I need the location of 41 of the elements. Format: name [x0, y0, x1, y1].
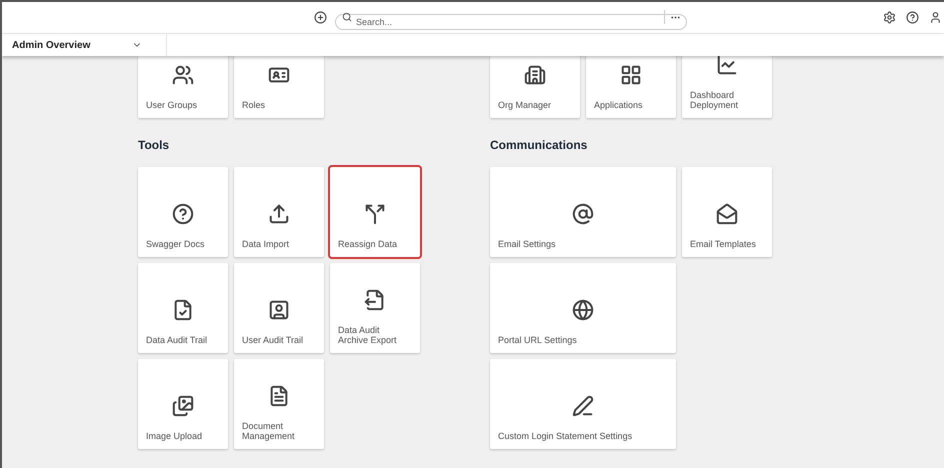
tile-card[interactable]: Data Audit Archive Export — [330, 263, 420, 353]
building-icon — [524, 64, 546, 86]
section-heading: Communications — [490, 137, 588, 154]
search-field[interactable]: Search... — [335, 14, 687, 30]
tile-card[interactable]: Org Manager — [490, 56, 580, 118]
line-chart-icon — [716, 56, 738, 76]
globe-icon — [572, 299, 594, 321]
tile-card[interactable]: Email Templates — [682, 167, 772, 257]
upload-icon — [268, 203, 290, 225]
document-icon — [268, 385, 290, 407]
tile-card[interactable]: Data Import — [234, 167, 324, 257]
tile-card[interactable]: Image Upload — [138, 359, 228, 449]
user-icon[interactable] — [929, 11, 942, 24]
tile-card[interactable]: Data Audit Trail — [138, 263, 228, 353]
tile-card[interactable]: Email Settings — [490, 167, 676, 257]
tile-card[interactable]: Reassign Data — [330, 167, 420, 257]
tile-card[interactable]: Document Management — [234, 359, 324, 449]
user-card-icon — [268, 299, 290, 321]
split-arrow-icon — [364, 203, 386, 225]
tile-card[interactable]: Dashboard Deployment — [682, 56, 772, 118]
section-heading: Tools — [138, 137, 170, 154]
help-icon — [172, 203, 194, 225]
help-icon[interactable] — [906, 11, 919, 24]
tile-card[interactable]: Portal URL Settings — [490, 263, 676, 353]
tile-card[interactable]: Swagger Docs — [138, 167, 228, 257]
tile-card[interactable]: Custom Login Statement Settings — [490, 359, 676, 449]
file-export-icon — [364, 289, 386, 311]
images-icon — [172, 395, 194, 417]
add-icon[interactable] — [314, 10, 327, 24]
file-check-icon — [172, 299, 194, 321]
tile-card[interactable]: User Groups — [138, 56, 228, 118]
grid-icon — [620, 64, 642, 86]
tile-card[interactable]: Applications — [586, 56, 676, 118]
tile-card[interactable]: User Audit Trail — [234, 263, 324, 353]
mail-icon — [716, 203, 738, 225]
pen-icon — [572, 395, 594, 417]
users-icon — [172, 64, 194, 86]
search-icon — [342, 12, 352, 22]
at-sign-icon — [572, 203, 594, 225]
tile-card[interactable]: Roles — [234, 56, 324, 118]
settings-icon[interactable] — [883, 11, 896, 24]
